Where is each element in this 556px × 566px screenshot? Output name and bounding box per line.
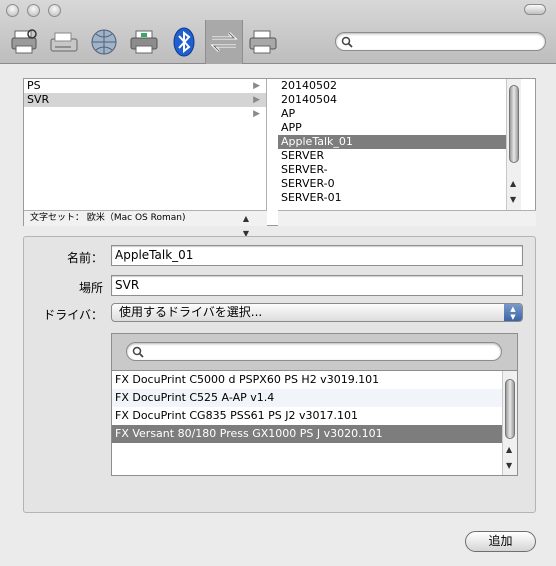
printer-item[interactable]: AP (278, 107, 521, 121)
driver-search-input[interactable] (126, 342, 502, 361)
minimize-button[interactable] (27, 4, 40, 17)
printer-info-panel: 名前： AppleTalk_01 場所 SVR ドライバ： 使用するドライバを選… (23, 236, 536, 513)
scroll-up-icon[interactable]: ▲ (510, 179, 516, 188)
scrollbar-thumb[interactable] (505, 379, 515, 439)
bluetooth-icon[interactable] (168, 26, 200, 58)
printer-item[interactable]: 20140502 (278, 79, 521, 93)
driver-search-bar (111, 333, 518, 371)
zone-item-svr[interactable]: SVR ▶ (24, 93, 266, 107)
toolbar-toggle-button[interactable] (524, 4, 546, 15)
printer-item[interactable]: SERVER (278, 149, 521, 163)
zone-column: PS ▶ SVR ▶ ▶ (24, 79, 267, 210)
add-button[interactable]: 追加 (465, 531, 536, 552)
ip-printer-icon[interactable] (88, 26, 120, 58)
toolbar (0, 0, 556, 64)
driver-item[interactable]: FX DocuPrint C5000 d PSPX60 PS H2 v3019.… (112, 371, 517, 389)
driver-item-selected[interactable]: FX Versant 80/180 Press GX1000 PS J v302… (112, 425, 517, 443)
printer-browser: PS ▶ SVR ▶ ▶ 文字セット： 欧米（Mac OS Roman) ▲ ▼ 20… (23, 78, 536, 238)
close-button[interactable] (6, 4, 19, 17)
zoom-button[interactable] (48, 4, 61, 17)
popup-arrows-icon: ▲ ▼ (504, 304, 522, 321)
zone-item-empty[interactable]: ▶ (24, 107, 266, 121)
printer-item[interactable]: SERVER- (278, 163, 521, 177)
column-footer (278, 210, 536, 226)
driver-label: ドライバ： (43, 308, 103, 322)
chevron-right-icon: ▶ (253, 81, 260, 91)
appletalk-icon[interactable] (205, 20, 243, 64)
scroll-down-icon[interactable]: ▼ (510, 195, 516, 204)
name-label: 名前： (66, 251, 103, 265)
printer-list-scrollbar[interactable]: ▲ ▼ (506, 79, 521, 210)
toolbar-search-input[interactable] (335, 32, 546, 51)
default-printer-icon[interactable] (9, 26, 41, 58)
driver-list-scrollbar[interactable]: ▲ ▼ (502, 371, 517, 475)
driver-item[interactable]: FX DocuPrint C525 A-AP v1.4 (112, 389, 517, 407)
fax-icon[interactable] (48, 26, 80, 58)
chevron-right-icon: ▶ (253, 109, 260, 119)
driver-list: FX DocuPrint C5000 d PSPX60 PS H2 v3019.… (111, 371, 518, 476)
scrollbar-thumb[interactable] (509, 85, 519, 163)
driver-item[interactable]: FX DocuPrint CG835 PSS61 PS J2 v3017.101 (112, 407, 517, 425)
printer-item[interactable]: 20140504 (278, 93, 521, 107)
driver-item-empty (112, 443, 517, 461)
location-label: 場所 (78, 281, 103, 295)
chevron-right-icon: ▶ (253, 95, 260, 105)
search-icon (341, 36, 353, 48)
encoding-popup[interactable]: 文字セット： 欧米（Mac OS Roman) ▲ ▼ (24, 210, 267, 238)
printer-column: 20140502 20140504 AP APP AppleTalk_01 SE… (278, 79, 521, 210)
zone-item-ps[interactable]: PS ▶ (24, 79, 266, 93)
printer-item[interactable]: SERVER-01 (278, 191, 521, 205)
name-field[interactable]: AppleTalk_01 (111, 245, 523, 266)
scroll-down-icon[interactable]: ▼ (506, 461, 512, 470)
driver-popup[interactable]: 使用するドライバを選択... ▲ ▼ (111, 303, 523, 322)
scroll-up-icon[interactable]: ▲ (506, 445, 512, 454)
windows-printer-icon[interactable] (128, 26, 160, 58)
printer-item[interactable]: SERVER-0 (278, 177, 521, 191)
printer-item-selected[interactable]: AppleTalk_01 (278, 135, 521, 149)
printer-item[interactable]: APP (278, 121, 521, 135)
search-icon (132, 346, 144, 358)
more-printers-icon[interactable] (247, 26, 279, 58)
location-field[interactable]: SVR (111, 275, 523, 296)
